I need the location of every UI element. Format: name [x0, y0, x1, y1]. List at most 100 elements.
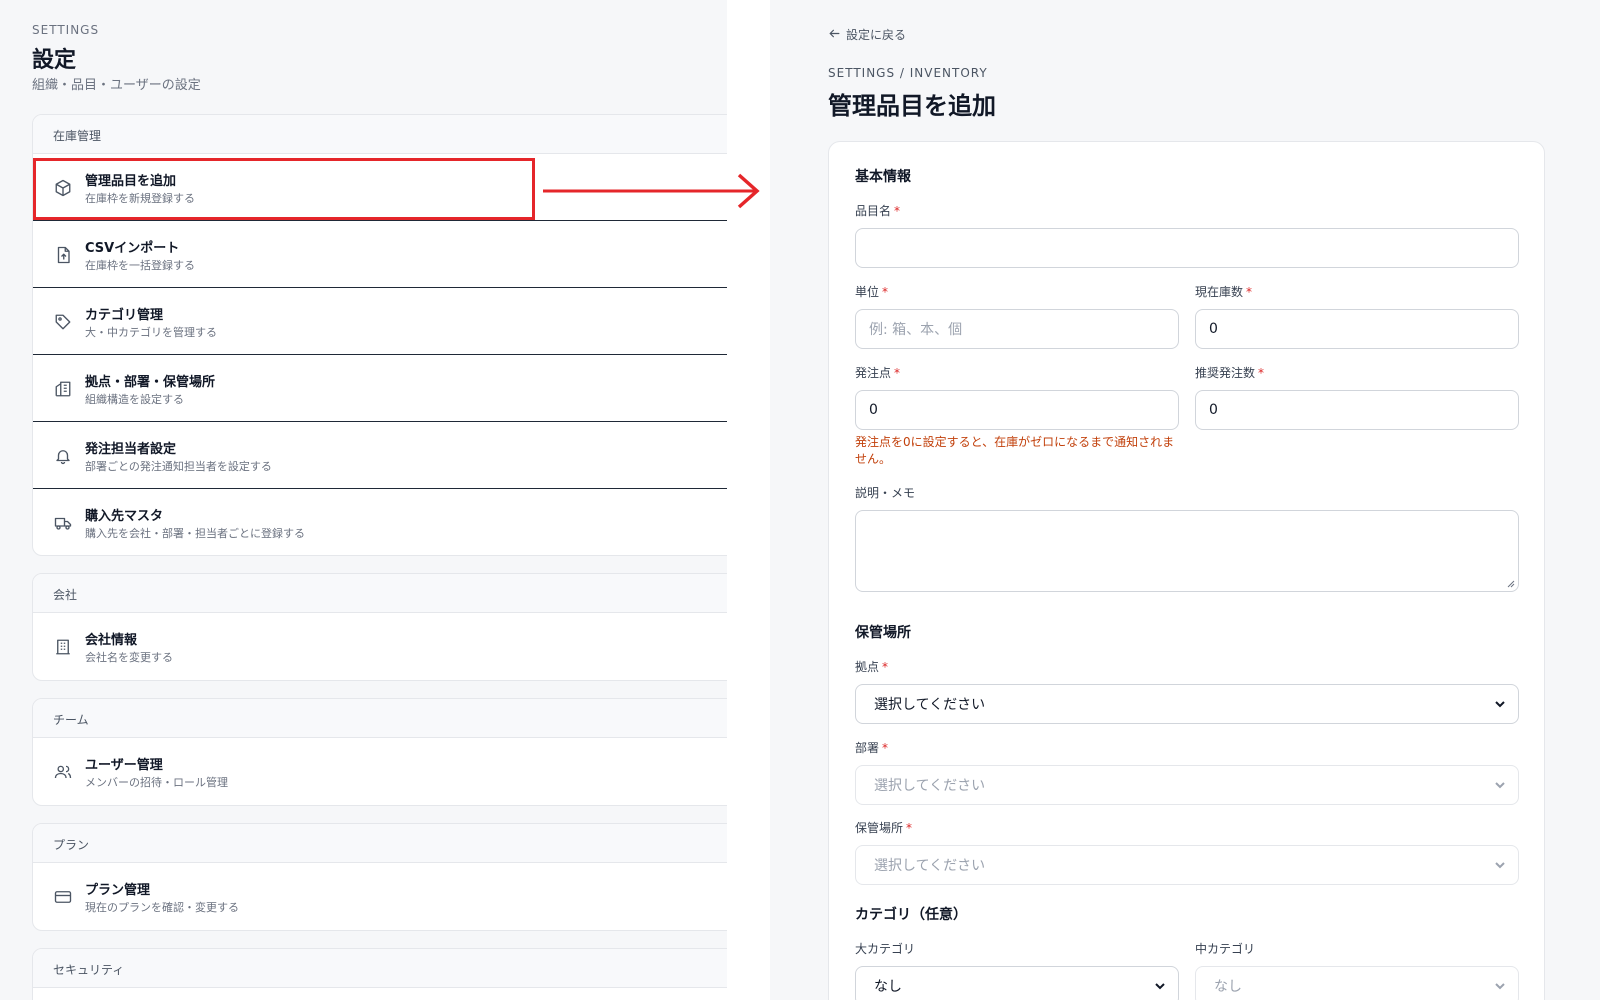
chevron-down-icon	[1495, 782, 1505, 789]
storage-heading: 保管場所	[855, 625, 911, 641]
reorder-point-label: 発注点 *	[855, 364, 900, 381]
stock-label: 現在庫数 *	[1195, 283, 1252, 300]
select-value: 選択してください	[874, 778, 986, 794]
label-text: 推奨発注数	[1195, 366, 1256, 380]
settings-item-order-manager[interactable]: 発注担当者設定 部署ごとの発注通知担当者を設定する	[33, 422, 727, 489]
item-title: プラン管理	[85, 883, 151, 898]
chevron-down-icon	[1155, 983, 1165, 990]
item-title: 会社情報	[85, 633, 138, 648]
settings-item-suppliers[interactable]: 購入先マスタ 購入先を会社・部署・担当者ごとに登録する	[33, 489, 727, 555]
file-upload-icon	[53, 245, 73, 265]
reorder-warning: 発注点を0に設定すると、在庫がゼロになるまで通知されません。	[855, 435, 1175, 466]
label-text: 拠点	[855, 660, 880, 674]
settings-item-users[interactable]: ユーザー管理 メンバーの招待・ロール管理	[33, 738, 727, 805]
item-title: 発注担当者設定	[85, 442, 177, 457]
item-title: 購入先マスタ	[85, 509, 164, 524]
item-name-input[interactable]	[855, 228, 1519, 268]
add-item-panel: 設定に戻る SETTINGS / INVENTORY 管理品目を追加 基本情報 …	[770, 0, 1600, 1000]
minor-category-select[interactable]: なし	[1195, 966, 1519, 1000]
label-text: 保管場所	[855, 821, 904, 835]
section-heading: チーム	[33, 699, 727, 738]
settings-item-category[interactable]: カテゴリ管理 大・中カテゴリを管理する	[33, 288, 727, 355]
storage-place-label: 保管場所 *	[855, 819, 912, 836]
item-description: 組織構造を設定する	[85, 393, 184, 406]
credit-card-icon	[53, 887, 73, 907]
select-value: 選択してください	[874, 858, 986, 874]
storage-place-select[interactable]: 選択してください	[855, 845, 1519, 885]
arrow-left-icon	[828, 27, 841, 43]
settings-item-plan[interactable]: プラン管理 現在のプランを確認・変更する	[33, 863, 727, 930]
resize-handle-icon[interactable]	[1505, 578, 1515, 588]
section-heading: 在庫管理	[33, 115, 727, 154]
memo-textarea[interactable]	[855, 510, 1519, 592]
recommended-qty-input[interactable]: 0	[1195, 390, 1519, 430]
required-mark: *	[894, 204, 901, 218]
item-name-label: 品目名 *	[855, 202, 900, 219]
item-title: ユーザー管理	[85, 758, 163, 773]
item-description: 現在のプランを確認・変更する	[85, 901, 239, 914]
box-icon	[53, 178, 73, 198]
section-heading: 会社	[33, 574, 727, 613]
section-security: セキュリティ	[32, 948, 727, 1000]
item-description: 大・中カテゴリを管理する	[85, 326, 217, 339]
select-value: 選択してください	[874, 697, 986, 713]
base-label: 拠点 *	[855, 658, 888, 675]
item-title: カテゴリ管理	[85, 308, 164, 323]
label-text: 現在庫数	[1195, 285, 1244, 299]
unit-input[interactable]: 例: 箱、本、個	[855, 309, 1179, 349]
required-mark: *	[1246, 285, 1253, 299]
back-label: 設定に戻る	[846, 28, 907, 42]
page-title: 設定	[32, 48, 77, 73]
section-company: 会社 会社情報 会社名を変更する	[32, 573, 727, 681]
building-icon	[53, 379, 73, 399]
chevron-down-icon	[1495, 862, 1505, 869]
breadcrumb: SETTINGS / INVENTORY	[828, 66, 988, 80]
minor-category-label: 中カテゴリ	[1195, 942, 1256, 956]
recommended-qty-label: 推奨発注数 *	[1195, 364, 1264, 381]
base-select[interactable]: 選択してください	[855, 684, 1519, 724]
item-description: 会社名を変更する	[85, 651, 173, 664]
select-value: なし	[1214, 979, 1242, 995]
item-description: メンバーの招待・ロール管理	[85, 776, 228, 789]
office-icon	[53, 637, 73, 657]
stock-input[interactable]: 0	[1195, 309, 1519, 349]
major-category-label: 大カテゴリ	[855, 942, 916, 956]
truck-icon	[53, 513, 73, 533]
item-description: 在庫枠を一括登録する	[85, 259, 195, 272]
section-heading: プラン	[33, 824, 727, 863]
back-link[interactable]: 設定に戻る	[828, 26, 906, 43]
label-text: 部署	[855, 741, 880, 755]
memo-label: 説明・メモ	[855, 486, 916, 500]
item-title: 拠点・部署・保管場所	[85, 375, 216, 390]
chevron-down-icon	[1495, 983, 1505, 990]
settings-eyebrow: SETTINGS	[32, 23, 100, 37]
required-mark: *	[894, 366, 901, 380]
settings-panel: SETTINGS 設定 組織・品目・ユーザーの設定 在庫管理 管理品目を追加 在…	[0, 0, 727, 1000]
label-text: 単位	[855, 285, 880, 299]
page-title: 管理品目を追加	[828, 92, 996, 120]
settings-item-company-info[interactable]: 会社情報 会社名を変更する	[33, 613, 727, 680]
settings-item-locations[interactable]: 拠点・部署・保管場所 組織構造を設定する	[33, 355, 727, 422]
required-mark: *	[906, 821, 913, 835]
form-card: 基本情報 品目名 * 単位 * 例: 箱、本、個 現在庫数 * 0 発注点 * 0 推奨…	[828, 141, 1545, 1000]
section-plan: プラン プラン管理 現在のプランを確認・変更する	[32, 823, 727, 931]
required-mark: *	[882, 660, 889, 674]
reorder-point-input[interactable]: 0	[855, 390, 1179, 430]
required-mark: *	[882, 741, 889, 755]
tag-icon	[53, 312, 73, 332]
department-select[interactable]: 選択してください	[855, 765, 1519, 805]
settings-item-csv-import[interactable]: CSVインポート 在庫枠を一括登録する	[33, 221, 727, 288]
item-title: 管理品目を追加	[85, 174, 177, 189]
item-description: 購入先を会社・部署・担当者ごとに登録する	[85, 527, 305, 540]
arrow-annotation	[543, 173, 760, 209]
select-value: なし	[874, 979, 902, 995]
basic-info-heading: 基本情報	[855, 169, 911, 185]
item-description: 部署ごとの発注通知担当者を設定する	[85, 460, 272, 473]
major-category-select[interactable]: なし	[855, 966, 1179, 1000]
required-mark: *	[882, 285, 889, 299]
chevron-down-icon	[1495, 701, 1505, 708]
page-subtitle: 組織・品目・ユーザーの設定	[32, 78, 201, 93]
label-text: 発注点	[855, 366, 892, 380]
users-icon	[53, 762, 73, 782]
bell-icon	[53, 446, 73, 466]
